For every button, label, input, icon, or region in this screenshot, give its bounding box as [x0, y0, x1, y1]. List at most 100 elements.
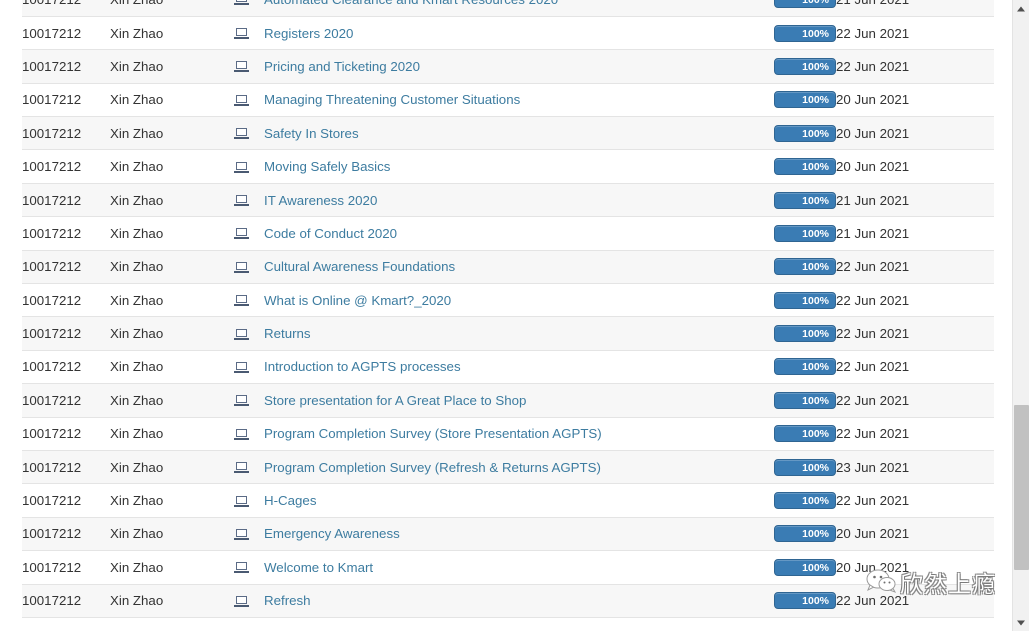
- cell-delivery-type: [218, 584, 264, 618]
- table-row[interactable]: 10017212 Xin Zhao Store presentation for A…: [22, 383, 994, 418]
- cell-employee-id: 10017212: [22, 483, 110, 518]
- cell-delivery-type: [218, 350, 264, 385]
- cell-completion-date: 22 Jun 2021: [836, 417, 994, 451]
- laptop-icon: [233, 428, 249, 441]
- course-title-link[interactable]: What is Online @ Kmart?_2020: [264, 293, 451, 308]
- scroll-up-arrow-button[interactable]: [1013, 0, 1029, 17]
- table-row[interactable]: 10017212 Xin Zhao Program Completion Surve…: [22, 417, 994, 451]
- progress-badge: 100%: [774, 191, 836, 209]
- cell-course-title: Introduction to AGPTS processes: [264, 350, 752, 385]
- course-title-link[interactable]: Cultural Awareness Foundations: [264, 259, 455, 274]
- cell-employee-name: Xin Zhao: [110, 216, 218, 251]
- scrollbar-thumb[interactable]: [1014, 405, 1029, 570]
- course-completion-page: 10017212Xin ZhaoAutomated Clearance and …: [0, 0, 1029, 631]
- cell-employee-name: Xin Zhao: [110, 0, 218, 17]
- table-scroll-viewport[interactable]: 10017212Xin ZhaoAutomated Clearance and …: [0, 0, 1012, 631]
- course-title-link[interactable]: Refresh: [264, 593, 311, 608]
- cell-course-title: IT Awareness 2020: [264, 183, 752, 218]
- cell-employee-name: Xin Zhao: [110, 417, 218, 451]
- table-row[interactable]: 10017212 Xin Zhao IT Awareness 2020 100% 21 …: [22, 183, 994, 218]
- cell-employee-name: Xin Zhao: [110, 149, 218, 184]
- cell-progress: 100%: [752, 483, 836, 518]
- chevron-up-icon: [1017, 6, 1025, 11]
- laptop-icon: [233, 361, 249, 374]
- cell-employee-name: Xin Zhao: [110, 517, 218, 552]
- table-row[interactable]: 10017212 Xin Zhao Moving Safely Basics 100%…: [22, 149, 994, 184]
- table-row[interactable]: 10017212 Xin Zhao Emergency Awareness 100% 2…: [22, 517, 994, 552]
- cell-delivery-type: [218, 250, 264, 285]
- cell-progress: 100%: [752, 250, 836, 285]
- cell-employee-name: Xin Zhao: [110, 383, 218, 418]
- course-title-link[interactable]: Program Completion Survey (Store Present…: [264, 426, 602, 441]
- course-title-link[interactable]: IT Awareness 2020: [264, 193, 377, 208]
- cell-progress: 100%: [752, 450, 836, 485]
- course-title-link[interactable]: Moving Safely Basics: [264, 159, 390, 174]
- table-row[interactable]: 10017212 Xin Zhao Introduction to AGPTS pr…: [22, 350, 994, 385]
- cell-employee-id: 10017212: [22, 183, 110, 218]
- course-title-link[interactable]: Safety In Stores: [264, 126, 359, 141]
- cell-delivery-type: [218, 283, 264, 318]
- laptop-icon: [233, 462, 249, 474]
- course-title-link[interactable]: Emergency Awareness: [264, 526, 400, 541]
- cell-employee-name: Xin Zhao: [110, 16, 218, 51]
- table-row[interactable]: 10017212 Xin Zhao Registers 2020 100% 22 Jun…: [22, 16, 994, 51]
- laptop-icon: [233, 28, 249, 40]
- course-title-link[interactable]: Automated Clearance and Kmart Resources …: [264, 0, 558, 7]
- progress-badge: 100%: [774, 325, 836, 343]
- cell-progress: 100%: [752, 383, 836, 418]
- cell-completion-date: 22 Jun 2021: [836, 483, 994, 518]
- cell-employee-name: Xin Zhao: [110, 283, 218, 318]
- cell-completion-date: 20 Jun 2021: [836, 149, 994, 184]
- cell-delivery-type: [218, 0, 264, 17]
- cell-course-title: Cultural Awareness Foundations: [264, 250, 752, 285]
- cell-employee-name: Xin Zhao: [110, 450, 218, 485]
- course-title-link[interactable]: Pricing and Ticketing 2020: [264, 59, 420, 74]
- course-title-link[interactable]: H-Cages: [264, 493, 316, 508]
- cell-course-title: Emergency Awareness: [264, 517, 752, 552]
- table-row[interactable]: 10017212Xin Zhao Automated Clearance and …: [22, 0, 994, 17]
- table-row[interactable]: 10017212 Xin Zhao Returns 100% 22 Jun 2021: [22, 316, 994, 351]
- cell-employee-id: 10017212: [22, 517, 110, 552]
- cell-course-title: Store presentation for A Great Place to …: [264, 383, 752, 418]
- cell-course-title: Safety In Stores: [264, 116, 752, 151]
- course-title-link[interactable]: Welcome to Kmart: [264, 560, 373, 575]
- cell-employee-id: 10017212: [22, 216, 110, 251]
- table-row[interactable]: 10017212 Xin Zhao Refresh 100% 22 Jun 2021: [22, 584, 994, 618]
- progress-badge: 100%: [774, 158, 836, 176]
- cell-delivery-type: [218, 116, 264, 151]
- course-title-link[interactable]: Managing Threatening Customer Situations: [264, 92, 520, 107]
- table-row[interactable]: 10017212 Xin Zhao What is Online @ Kmart?_…: [22, 283, 994, 318]
- cell-completion-date: 20 Jun 2021: [836, 517, 994, 552]
- cell-delivery-type: [218, 216, 264, 251]
- table-row[interactable]: 10017212 Xin Zhao H-Cages 100% 22 Jun 2021: [22, 483, 994, 518]
- table-row[interactable]: 10017212 Xin Zhao Managing Threatening Cus…: [22, 83, 994, 118]
- laptop-icon: [233, 395, 249, 407]
- scroll-down-arrow-button[interactable]: [1013, 614, 1029, 631]
- course-title-link[interactable]: Registers 2020: [264, 26, 353, 41]
- laptop-icon: [233, 495, 249, 508]
- course-title-link[interactable]: Store presentation for A Great Place to …: [264, 393, 526, 408]
- progress-badge: 100%: [774, 558, 836, 576]
- cell-employee-id: 10017212: [22, 316, 110, 351]
- table-row[interactable]: 10017212 Xin Zhao Cultural Awareness Found…: [22, 250, 994, 285]
- chevron-down-icon: [1017, 620, 1025, 625]
- cell-completion-date: 23 Jun 2021: [836, 450, 994, 485]
- course-title-link[interactable]: Code of Conduct 2020: [264, 226, 397, 241]
- cell-employee-id: 10017212: [22, 149, 110, 184]
- table-row[interactable]: 10017212 Xin Zhao Code of Conduct 2020 100%…: [22, 216, 994, 251]
- course-title-link[interactable]: Introduction to AGPTS processes: [264, 359, 461, 374]
- vertical-scrollbar[interactable]: [1012, 0, 1029, 631]
- course-title-link[interactable]: Returns: [264, 326, 311, 341]
- cell-employee-id: 10017212: [22, 584, 110, 618]
- course-title-link[interactable]: Program Completion Survey (Refresh & Ret…: [264, 460, 601, 475]
- cell-progress: 100%: [752, 149, 836, 184]
- table-row[interactable]: 10017212 Xin Zhao Safety In Stores 100% 20 J…: [22, 116, 994, 151]
- cell-progress: 100%: [752, 183, 836, 218]
- cell-completion-date: 21 Jun 2021: [836, 216, 994, 251]
- cell-employee-id: 10017212: [22, 450, 110, 485]
- table-row[interactable]: 10017212 Xin Zhao Welcome to Kmart 100% 20 J…: [22, 550, 994, 585]
- cell-delivery-type: [218, 16, 264, 51]
- table-row[interactable]: 10017212 Xin Zhao Program Completion Surve…: [22, 450, 994, 485]
- table-row[interactable]: 10017212 Xin Zhao Pricing and Ticketing 20…: [22, 49, 994, 84]
- cell-employee-id: 10017212: [22, 49, 110, 84]
